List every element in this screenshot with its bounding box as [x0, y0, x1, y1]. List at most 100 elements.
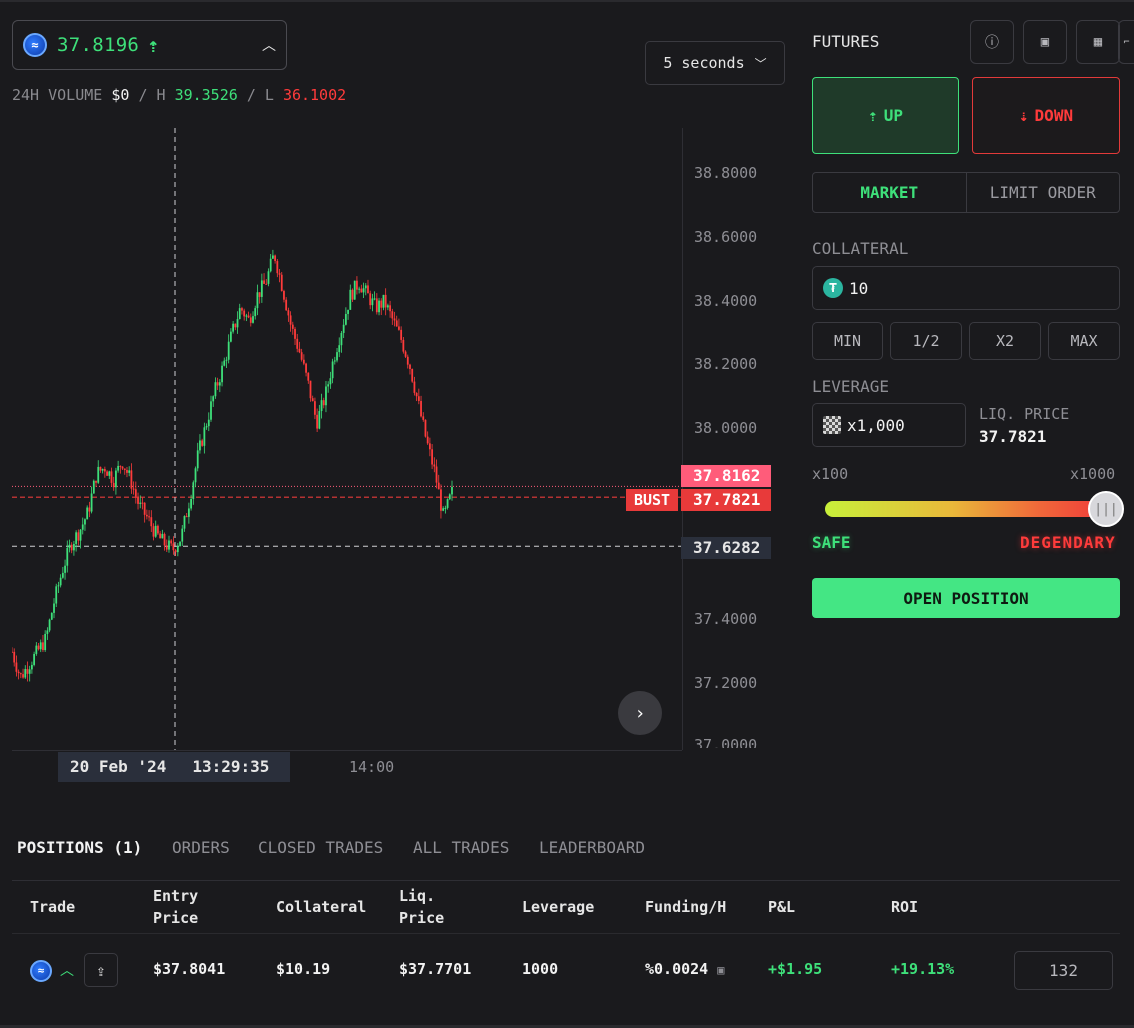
panel-toggle-button[interactable]: ⌐ — [1118, 20, 1134, 64]
candle-body — [371, 298, 374, 306]
tab-all-trades[interactable]: ALL TRADES — [413, 838, 509, 857]
candle-body — [28, 669, 31, 674]
interval-select[interactable]: 5 seconds ﹀ — [645, 41, 785, 85]
min-button[interactable]: MIN — [812, 322, 883, 360]
collapse-icon: ⌐ — [1123, 36, 1130, 48]
down-label: DOWN — [1034, 106, 1074, 125]
share-button[interactable]: ⇪ — [84, 953, 118, 987]
tab-limit-order[interactable]: LIMIT ORDER — [967, 173, 1120, 212]
candle-body — [110, 471, 113, 483]
collateral-input[interactable]: ₮ 10 — [812, 266, 1120, 310]
separator: / — [138, 86, 157, 104]
tab-orders[interactable]: ORDERS — [172, 838, 230, 857]
candle-body — [375, 298, 378, 313]
candle-body — [92, 480, 95, 494]
candle-body — [115, 470, 117, 488]
calculator-button[interactable]: ▦ — [1076, 20, 1120, 64]
market-selector[interactable]: ≈ 37.8196 ⇡ ︿ — [12, 20, 287, 70]
candle-body — [367, 285, 369, 294]
candle-body — [398, 326, 400, 330]
candle-body — [22, 674, 24, 678]
candle-body — [44, 633, 47, 651]
down-button[interactable]: ⇣ DOWN — [972, 77, 1120, 154]
price-chart[interactable] — [12, 128, 682, 750]
scroll-right-button[interactable]: › — [618, 691, 662, 735]
candle-body — [344, 313, 347, 325]
candle-body — [307, 372, 310, 381]
candle-body — [187, 508, 190, 517]
leverage-input[interactable]: x1,000 — [812, 403, 966, 447]
collateral-label: COLLATERAL — [812, 239, 909, 258]
col-header-funding: Funding/H — [645, 898, 727, 916]
candle-body — [265, 283, 268, 285]
coin-logo-icon: ≈ — [23, 33, 47, 57]
candle-body — [347, 309, 349, 314]
max-button[interactable]: MAX — [1048, 322, 1120, 360]
arrow-down-icon: ⇣ — [1018, 106, 1029, 125]
candle-body — [234, 323, 237, 328]
candle-body — [269, 258, 272, 272]
liq-price-label: LIQ. PRICE — [979, 405, 1070, 423]
candle-body — [174, 550, 177, 553]
candle-body — [409, 364, 411, 369]
candle-body — [13, 651, 16, 663]
candle-body — [201, 440, 204, 446]
candle-body — [358, 288, 361, 290]
panel-title: FUTURES — [812, 32, 880, 51]
candle-body — [152, 526, 155, 537]
candle-body — [446, 499, 449, 508]
candle-body — [283, 290, 285, 300]
tab-market[interactable]: MARKET — [813, 173, 967, 212]
candle-body — [88, 507, 91, 512]
info-button[interactable]: ⓘ — [970, 20, 1014, 64]
leverage-slider-handle[interactable]: ||| — [1088, 491, 1124, 527]
candle-body — [428, 443, 431, 450]
up-label: UP — [883, 106, 903, 125]
high-label: H — [156, 86, 166, 104]
calculator-icon: ▦ — [1093, 34, 1103, 50]
candle-body — [42, 642, 44, 651]
candle-body — [247, 315, 250, 318]
trend-up-icon: ︿ — [60, 963, 74, 979]
candle-body — [223, 360, 226, 366]
position-amount-input[interactable] — [1014, 951, 1113, 990]
candle-body — [90, 493, 93, 512]
wallet-button[interactable]: ▣ — [1023, 20, 1067, 64]
up-button[interactable]: ⇡ UP — [812, 77, 959, 154]
candle-body — [296, 338, 299, 349]
candle-body — [311, 398, 314, 402]
candle-body — [165, 545, 168, 550]
double-button[interactable]: X2 — [969, 322, 1041, 360]
candle-body — [349, 289, 352, 310]
y-tick-label: 38.6000 — [694, 228, 758, 246]
tab-positions[interactable]: POSITIONS (1) — [17, 838, 142, 857]
candle-body — [444, 507, 447, 509]
tab-leaderboard[interactable]: LEADERBOARD — [539, 838, 645, 857]
candle-body — [314, 401, 316, 415]
candle-body — [50, 612, 53, 620]
y-tick-label: 37.0000 — [694, 736, 758, 748]
arrow-up-icon: ⇡ — [147, 33, 160, 57]
candle-body — [126, 470, 128, 473]
leverage-slider[interactable] — [825, 501, 1107, 517]
candle-body — [134, 489, 137, 497]
y-tick-label: 38.8000 — [694, 164, 758, 182]
candle-body — [364, 285, 367, 289]
candle-body — [373, 298, 376, 300]
candle-body — [278, 273, 281, 275]
candle-body — [19, 673, 22, 675]
y-tick-label: 38.0000 — [694, 419, 758, 437]
candle-body — [274, 255, 277, 262]
half-button[interactable]: 1/2 — [890, 322, 962, 360]
candle-body — [406, 356, 409, 365]
candle-body — [302, 359, 305, 364]
bust-label: BUST — [626, 489, 678, 511]
candle-body — [192, 482, 195, 499]
candle-body — [30, 664, 33, 670]
open-position-button[interactable]: OPEN POSITION — [812, 578, 1120, 618]
candle-body — [12, 651, 13, 653]
candle-body — [280, 274, 283, 291]
candle-body — [132, 488, 135, 490]
tab-closed-trades[interactable]: CLOSED TRADES — [258, 838, 383, 857]
candle-body — [81, 524, 84, 530]
